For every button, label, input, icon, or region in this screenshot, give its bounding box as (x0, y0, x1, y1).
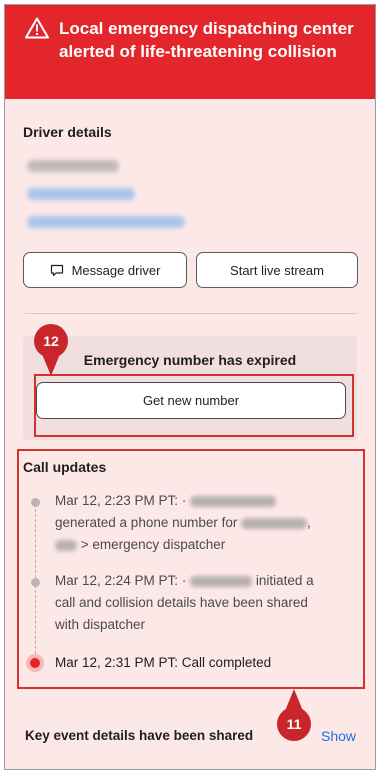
call-update-line: generated a phone number for (55, 515, 238, 530)
redacted-name (190, 495, 277, 507)
redacted-name (190, 575, 253, 587)
message-driver-button[interactable]: Message driver (23, 252, 187, 288)
redacted-value (55, 539, 77, 551)
call-update-time: Mar 12, 2:24 PM PT: (55, 573, 179, 588)
driver-phone-redacted[interactable] (27, 188, 135, 200)
divider (25, 313, 357, 314)
start-live-stream-button[interactable]: Start live stream (196, 252, 358, 288)
alert-banner: Local emergency dispatching center alert… (5, 5, 375, 99)
message-icon (50, 264, 63, 276)
call-update-line: with dispatcher (55, 617, 146, 632)
call-update-item: Mar 12, 2:24 PM PT: · initiated a call a… (55, 570, 357, 636)
timeline-active-dot (30, 658, 40, 668)
call-update-item: Mar 12, 2:23 PM PT: · generated a phone … (55, 493, 311, 552)
call-update-line: call and collision details have been sha… (55, 595, 308, 610)
call-update-time: Mar 12, 2:23 PM PT: (55, 493, 179, 508)
call-updates-title: Call updates (23, 459, 107, 475)
warning-triangle-icon (25, 17, 49, 39)
alert-title: Local emergency dispatching center alert… (59, 19, 354, 61)
key-event-text: Key event details have been shared (25, 728, 254, 743)
timeline-dot (31, 578, 40, 587)
driver-email-redacted[interactable] (27, 216, 185, 228)
call-update-line: > emergency dispatcher (80, 537, 226, 552)
call-update-line: initiated a (255, 573, 314, 588)
start-live-stream-label: Start live stream (230, 262, 324, 278)
get-new-number-button[interactable]: Get new number (36, 382, 346, 419)
call-update-completed: Mar 12, 2:31 PM PT: Call completed (55, 655, 272, 670)
redacted-location (241, 517, 308, 529)
driver-name-redacted (27, 160, 119, 172)
incident-panel: Local emergency dispatching center alert… (4, 4, 376, 770)
message-driver-label: Message driver (71, 262, 161, 278)
get-new-number-label: Get new number (142, 393, 240, 408)
annotation-marker-12: 12 (34, 324, 68, 358)
driver-details-title: Driver details (23, 124, 112, 140)
timeline-dot (31, 498, 40, 507)
show-link[interactable]: Show (321, 728, 356, 744)
annotation-marker-11: 11 (277, 707, 311, 741)
